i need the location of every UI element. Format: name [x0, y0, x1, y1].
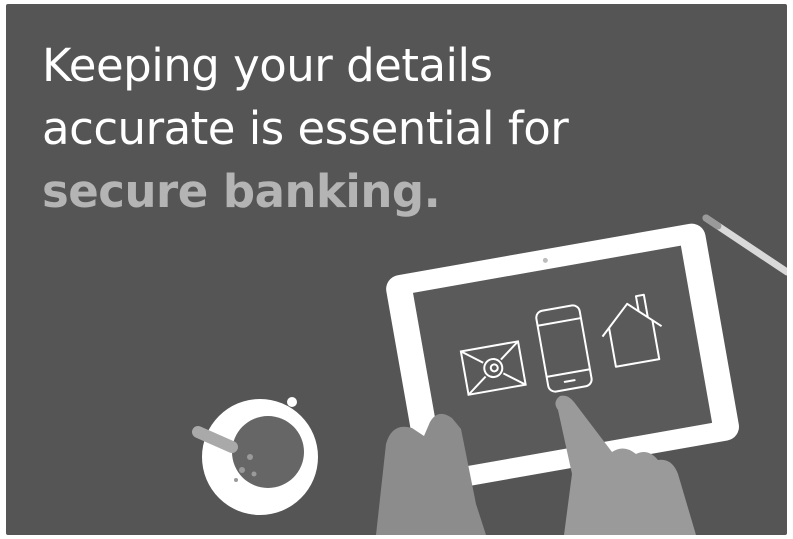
tablet-illustration — [192, 214, 787, 535]
promo-card: Keeping your details accurate is essenti… — [6, 4, 787, 535]
coffee-cup-icon — [192, 397, 318, 515]
pencil-icon — [702, 214, 787, 276]
